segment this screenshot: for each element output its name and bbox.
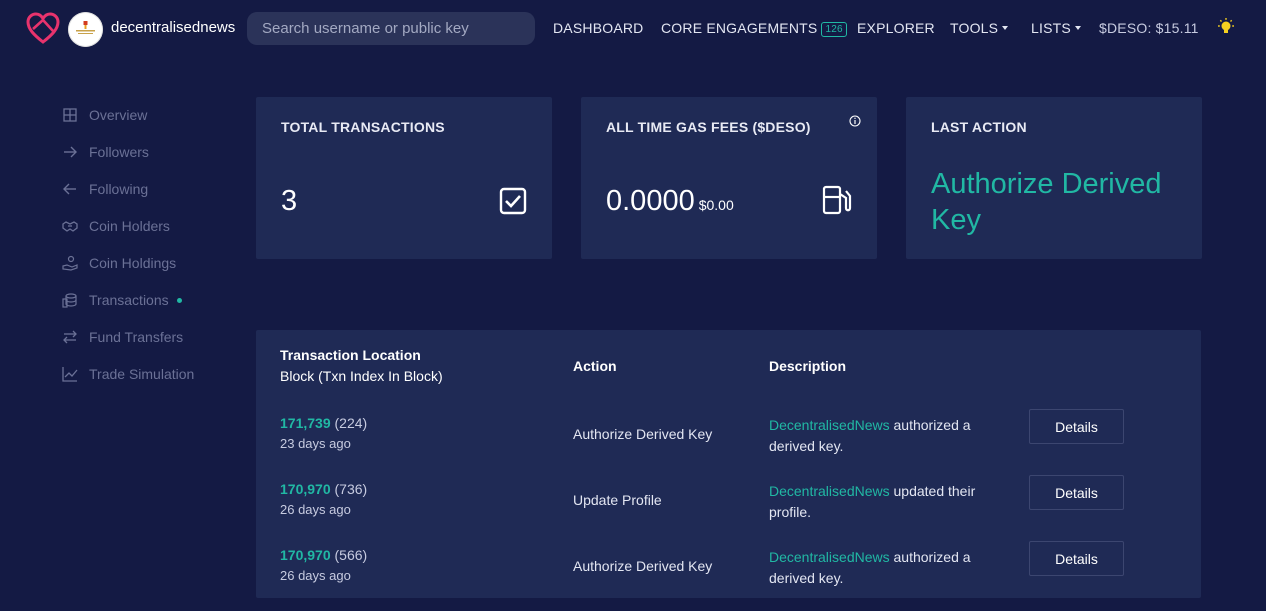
- chevron-down-icon: [1002, 26, 1009, 30]
- nav-lists[interactable]: LISTS: [1031, 20, 1081, 36]
- nav-lists-label: LISTS: [1031, 20, 1071, 36]
- sidebar-item-label: Following: [89, 181, 149, 197]
- card-title: ALL TIME GAS FEES ($DESO): [606, 119, 811, 135]
- block-link[interactable]: 171,739: [280, 415, 331, 431]
- txn-action: Authorize Derived Key: [573, 558, 713, 574]
- table-row: 170,970 (566) 26 days ago Authorize Deri…: [256, 541, 1201, 611]
- description-user-link[interactable]: DecentralisedNews: [769, 549, 890, 565]
- txn-action: Update Profile: [573, 492, 662, 508]
- sidebar-item-label: Coin Holdings: [89, 255, 177, 271]
- column-header-location: Transaction Location: [280, 347, 421, 363]
- transactions-table: Transaction Location Block (Txn Index In…: [256, 330, 1201, 598]
- checkbox-check-icon: [499, 187, 527, 215]
- last-action-value: Authorize Derived Key: [931, 168, 1162, 236]
- txn-location: 170,970 (736): [280, 481, 367, 497]
- info-icon[interactable]: [849, 115, 861, 127]
- heart-logo-icon[interactable]: [25, 11, 61, 45]
- txn-location: 171,739 (224): [280, 415, 367, 431]
- txn-description: DecentralisedNews authorized a derived k…: [769, 547, 999, 589]
- swap-arrows-icon: [63, 330, 77, 344]
- sidebar-item-label: Fund Transfers: [89, 329, 184, 345]
- txn-action: Authorize Derived Key: [573, 426, 713, 442]
- sidebar-item-overview[interactable]: Overview: [62, 105, 147, 125]
- engagements-count-badge: 126: [821, 22, 847, 37]
- sidebar-item-label: Transactions: [89, 292, 169, 308]
- sidebar-item-coin-holdings[interactable]: Coin Holdings: [62, 253, 176, 273]
- details-button[interactable]: Details: [1029, 409, 1124, 444]
- description-user-link[interactable]: DecentralisedNews: [769, 417, 890, 433]
- txn-index: (566): [334, 547, 368, 563]
- avatar[interactable]: [68, 12, 103, 47]
- txn-age: 23 days ago: [280, 436, 351, 451]
- top-nav-bar: decentralisednews DASHBOARD CORE ENGAGEM…: [0, 0, 1266, 58]
- deso-balance[interactable]: $DESO: $15.11: [1099, 20, 1199, 36]
- sidebar-item-trade-simulation[interactable]: Trade Simulation: [62, 364, 194, 384]
- txn-index: (736): [334, 481, 368, 497]
- nav-explorer[interactable]: EXPLORER: [857, 20, 935, 36]
- txn-age: 26 days ago: [280, 568, 351, 583]
- sidebar-item-fund-transfers[interactable]: Fund Transfers: [62, 327, 183, 347]
- gas-fees-usd: $0.00: [698, 197, 734, 213]
- details-button[interactable]: Details: [1029, 541, 1124, 576]
- search-input[interactable]: [247, 12, 535, 45]
- chevron-down-icon: [1074, 26, 1081, 30]
- sidebar-item-label: Followers: [89, 144, 149, 160]
- card-title: TOTAL TRANSACTIONS: [281, 119, 445, 135]
- card-title: LAST ACTION: [931, 119, 1027, 135]
- total-transactions-value: 3: [281, 185, 298, 217]
- sidebar-item-label: Trade Simulation: [89, 366, 195, 382]
- handshake-icon: [62, 221, 78, 232]
- txn-age: 26 days ago: [280, 502, 351, 517]
- txn-description: DecentralisedNews updated their profile.: [769, 481, 999, 523]
- nav-core-engagements[interactable]: CORE ENGAGEMENTS 126: [661, 20, 847, 38]
- gas-fees-value: 0.0000 $0.00: [606, 185, 734, 218]
- details-button[interactable]: Details: [1029, 475, 1124, 510]
- nav-dashboard[interactable]: DASHBOARD: [553, 20, 643, 36]
- txn-index: (224): [334, 415, 368, 431]
- sidebar-item-transactions[interactable]: Transactions: [62, 290, 182, 310]
- txn-location: 170,970 (566): [280, 547, 367, 563]
- total-transactions-card: TOTAL TRANSACTIONS 3: [256, 97, 552, 259]
- coins-stack-icon: [62, 293, 77, 308]
- table-row: 171,739 (224) 23 days ago Authorize Deri…: [256, 409, 1201, 481]
- sidebar-item-label: Coin Holders: [89, 218, 170, 234]
- gas-pump-icon: [822, 185, 852, 215]
- lightbulb-icon[interactable]: [1216, 17, 1236, 37]
- gas-fees-card: ALL TIME GAS FEES ($DESO) 0.0000 $0.00: [581, 97, 877, 259]
- column-header-action: Action: [573, 358, 617, 374]
- nav-core-engagements-label: CORE ENGAGEMENTS: [661, 20, 818, 36]
- nav-tools-label: TOOLS: [950, 20, 999, 36]
- txn-description: DecentralisedNews authorized a derived k…: [769, 415, 999, 457]
- sidebar-item-label: Overview: [89, 107, 148, 123]
- arrow-right-icon: [64, 146, 77, 158]
- grid-icon: [63, 108, 77, 122]
- block-link[interactable]: 170,970: [280, 481, 331, 497]
- sidebar-item-following[interactable]: Following: [62, 179, 148, 199]
- column-header-description: Description: [769, 358, 847, 374]
- column-subheader-location: Block (Txn Index In Block): [280, 368, 443, 384]
- last-action-card: LAST ACTION Authorize Derived Key: [906, 97, 1202, 259]
- active-indicator-dot: [176, 297, 182, 303]
- nav-tools[interactable]: TOOLS: [950, 20, 1009, 36]
- gas-fees-deso: 0.0000: [606, 185, 695, 217]
- profile-username[interactable]: decentralisednews: [111, 19, 235, 36]
- sidebar-item-coin-holders[interactable]: Coin Holders: [62, 216, 170, 236]
- arrow-left-icon: [63, 183, 76, 195]
- block-link[interactable]: 170,970: [280, 547, 331, 563]
- description-user-link[interactable]: DecentralisedNews: [769, 483, 890, 499]
- hand-coin-icon: [62, 255, 78, 271]
- sidebar-item-followers[interactable]: Followers: [62, 142, 149, 162]
- table-row: 170,970 (736) 26 days ago Update Profile…: [256, 475, 1201, 547]
- chart-line-icon: [62, 367, 78, 382]
- avatar-image-icon: [68, 12, 103, 47]
